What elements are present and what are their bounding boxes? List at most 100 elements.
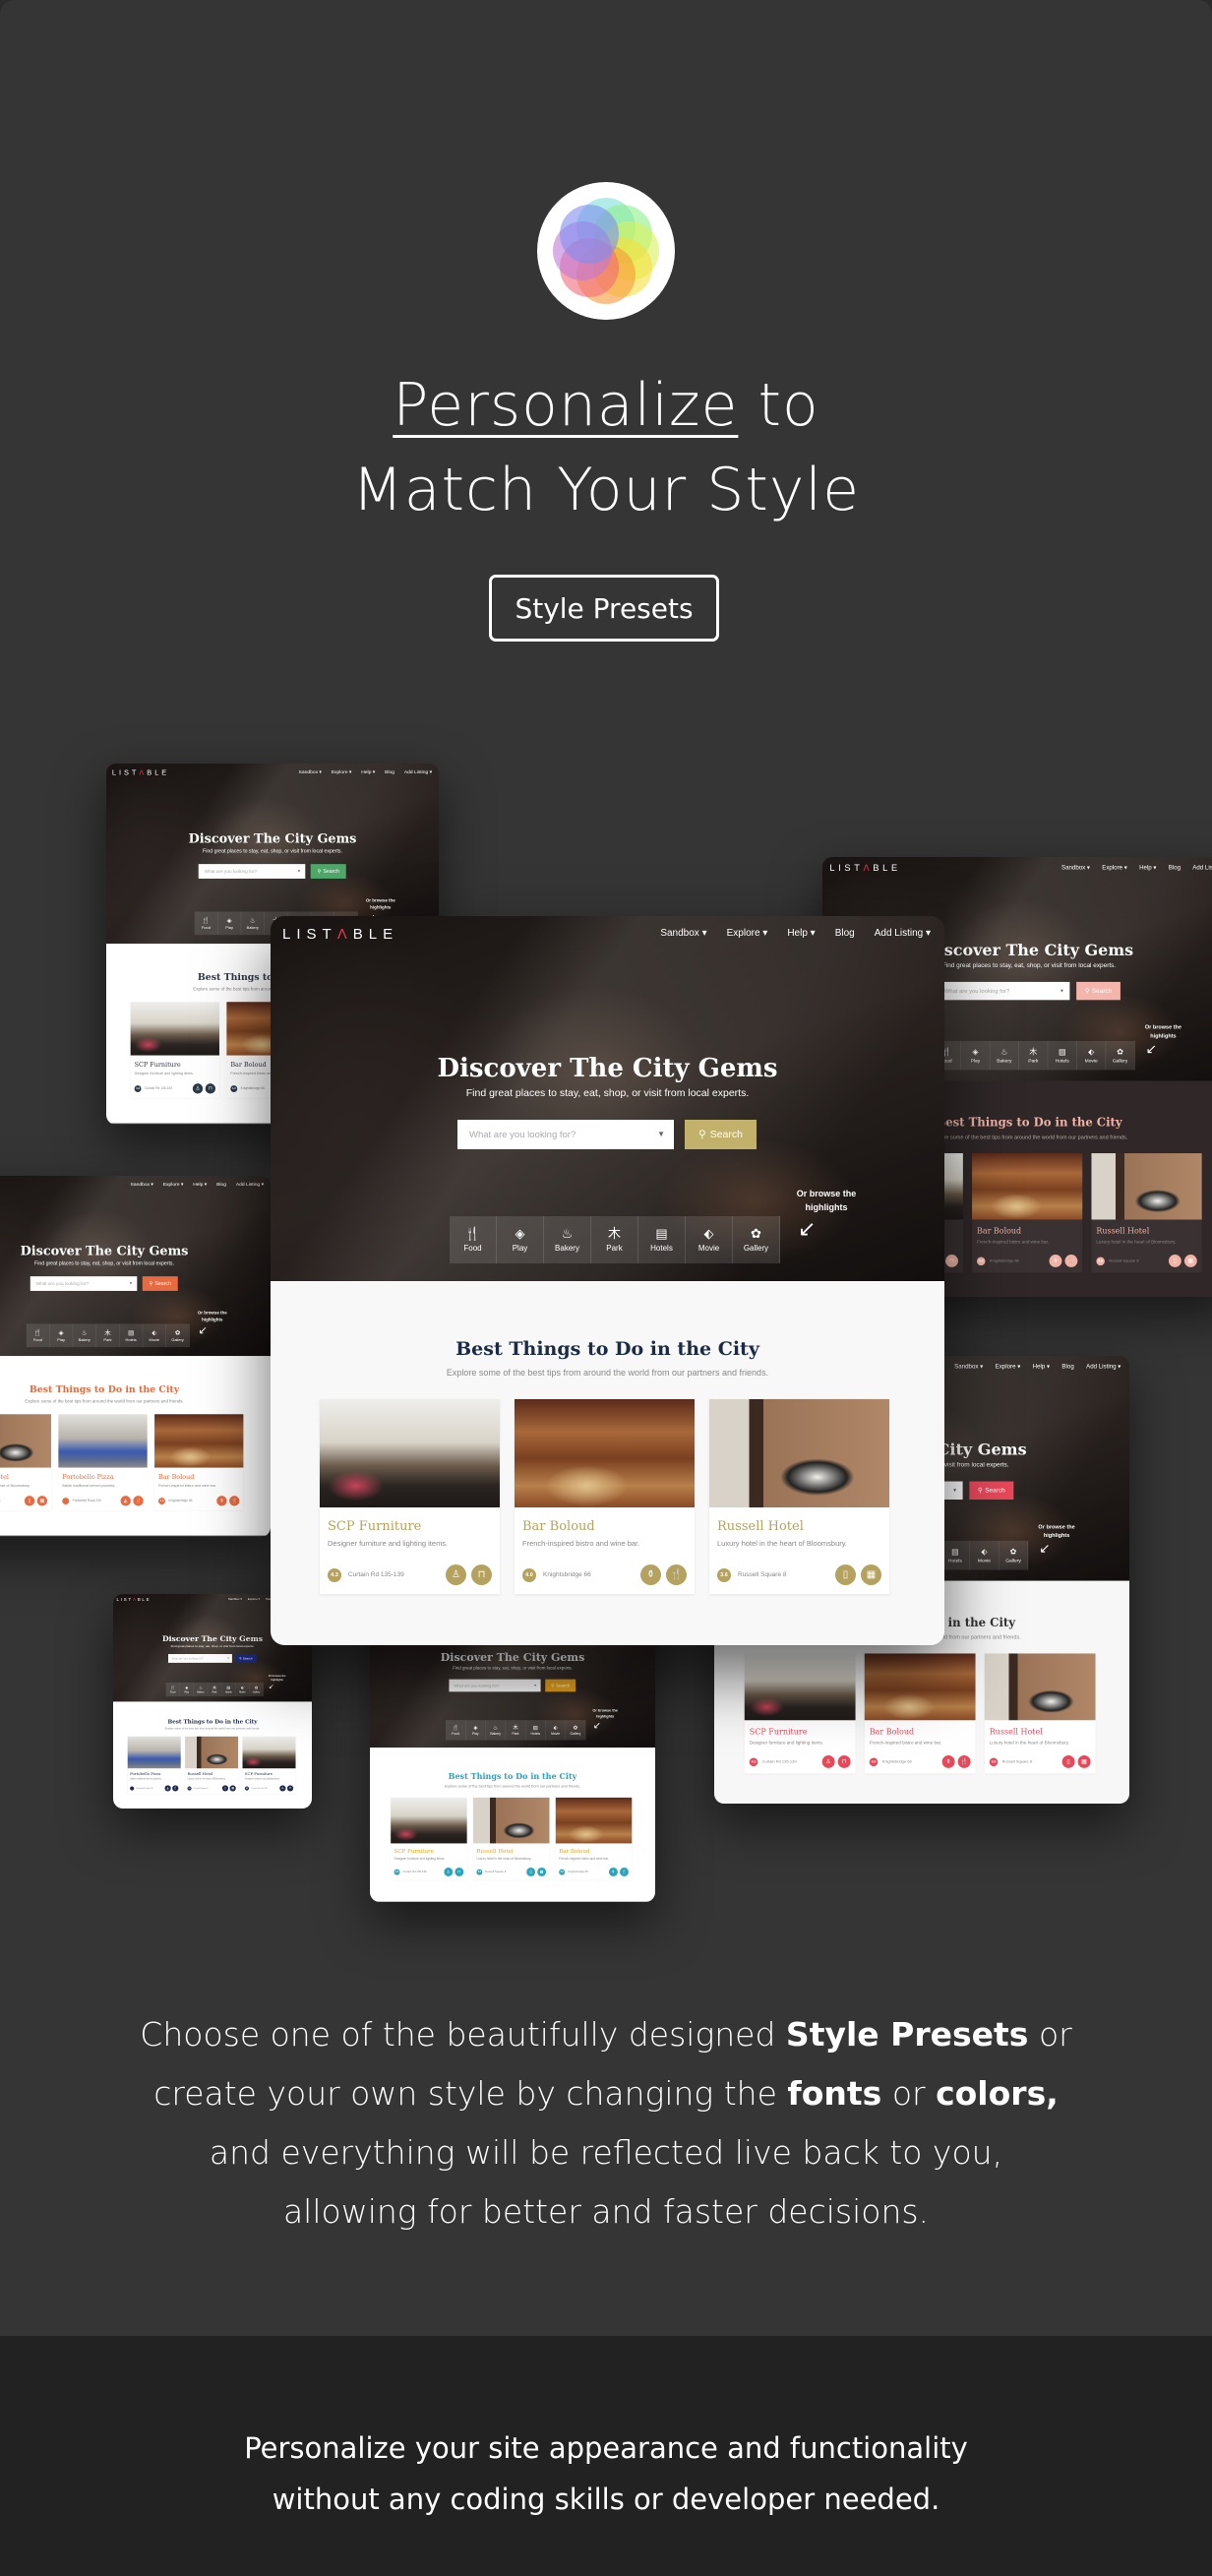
category-hotels[interactable]: ▤Hotels bbox=[940, 1540, 970, 1570]
hotel-icon[interactable]: ▦ bbox=[1183, 1255, 1197, 1267]
nav-item[interactable]: Explore ▾ bbox=[163, 1182, 184, 1187]
fork-spoon-icon[interactable]: 🍴 bbox=[666, 1564, 687, 1585]
nav-item[interactable]: Explore ▾ bbox=[248, 1598, 260, 1601]
search-input[interactable]: What are you looking for?▼ bbox=[937, 981, 1070, 1001]
listing-card[interactable]: Bar Boloud French-inspired bistro and win… bbox=[555, 1797, 633, 1880]
category-movie[interactable]: ⬖Movie bbox=[1077, 1041, 1107, 1071]
nav-item[interactable]: Sandbox ▾ bbox=[1061, 864, 1090, 871]
nav-item[interactable]: Add Listing ▾ bbox=[404, 769, 432, 774]
listing-title[interactable]: Russell Hotel bbox=[187, 1772, 212, 1776]
nav-item[interactable]: Sandbox ▾ bbox=[228, 1598, 242, 1601]
preset-preview-orange[interactable]: LISTΛBLE Sandbox ▾ Explore ▾ Help ▾ Blog Add … bbox=[0, 1176, 271, 1537]
listing-title[interactable]: Portobello Pizza bbox=[62, 1473, 113, 1480]
fork-spoon-icon[interactable]: 🍴 bbox=[229, 1496, 240, 1506]
chair-icon[interactable]: ♙ bbox=[446, 1564, 466, 1585]
category-bakery[interactable]: ♨Bakery bbox=[544, 1216, 591, 1263]
nav-item[interactable]: Add Listing ▾ bbox=[236, 1182, 264, 1187]
nav-item[interactable]: Explore ▾ bbox=[996, 1363, 1021, 1370]
chair-icon[interactable]: ♙ bbox=[192, 1083, 204, 1094]
category-hotels[interactable]: ▤Hotels bbox=[1048, 1041, 1077, 1071]
chair-icon[interactable]: ♙ bbox=[444, 1867, 454, 1876]
nav-item[interactable]: Help ▾ bbox=[361, 769, 375, 774]
listing-card[interactable]: Portobello Pizza Italian traditional serv… bbox=[127, 1736, 181, 1795]
listing-card[interactable]: Portobello Pizza Italian traditional serv… bbox=[58, 1414, 148, 1510]
wine-bottle-icon[interactable]: ⚱ bbox=[640, 1564, 661, 1585]
door-icon[interactable]: ▯ bbox=[1061, 1754, 1075, 1768]
listing-card[interactable]: SCP FurnitureDesigner furniture and ligh… bbox=[130, 1002, 219, 1098]
category-park[interactable]: ⽊Park bbox=[96, 1323, 120, 1348]
listing-card[interactable]: Russell HotelLuxury hotel in the heart o… bbox=[185, 1736, 239, 1795]
fork-spoon-icon[interactable]: 🍴 bbox=[172, 1785, 179, 1792]
nav-item[interactable]: Blog bbox=[1061, 1363, 1073, 1370]
category-gallery[interactable]: ✿Gallery bbox=[166, 1323, 190, 1348]
category-park[interactable]: ⽊Park bbox=[506, 1720, 526, 1741]
nav-item[interactable]: Add Listing ▾ bbox=[875, 928, 931, 939]
category-movie[interactable]: ⬖Movie bbox=[143, 1323, 166, 1348]
listing-card[interactable]: SCP FurnitureDesigner furniture and ligh… bbox=[242, 1736, 296, 1795]
category-hotels[interactable]: ▤Hotels bbox=[638, 1216, 686, 1263]
nav-item[interactable]: Explore ▾ bbox=[1102, 864, 1127, 871]
category-play[interactable]: ◈Play bbox=[49, 1323, 74, 1348]
listing-title[interactable]: Portobello Pizza bbox=[130, 1772, 160, 1776]
search-button[interactable]: ⚲ Search bbox=[310, 864, 346, 879]
listing-card[interactable]: Bar Boloud French-inspired bistro and win… bbox=[972, 1153, 1083, 1273]
listing-title[interactable]: Bar Boloud bbox=[158, 1473, 194, 1480]
nav-item[interactable]: Help ▾ bbox=[787, 928, 815, 939]
listing-title[interactable]: SCP Furniture bbox=[245, 1772, 273, 1776]
category-movie[interactable]: ⬖Movie bbox=[970, 1540, 1000, 1570]
category-play[interactable]: ◈Play bbox=[961, 1041, 991, 1071]
nav-item[interactable]: Sandbox ▾ bbox=[660, 928, 706, 939]
category-movie[interactable]: ⬖Movie bbox=[235, 1682, 250, 1697]
category-park[interactable]: ⽊Park bbox=[591, 1216, 638, 1263]
nav-item[interactable]: Blog bbox=[385, 769, 394, 774]
listing-title[interactable]: Bar Boloud bbox=[870, 1728, 914, 1737]
chair-icon[interactable]: ♙ bbox=[821, 1754, 835, 1768]
category-hotels[interactable]: ▤Hotels bbox=[221, 1682, 236, 1697]
nav-item[interactable]: Explore ▾ bbox=[332, 769, 352, 774]
door-icon[interactable]: ▯ bbox=[1168, 1255, 1182, 1267]
listing-card[interactable]: Russell HotelLuxury hotel in the heart o… bbox=[0, 1414, 51, 1510]
hotel-icon[interactable]: ▦ bbox=[537, 1867, 547, 1876]
hotel-icon[interactable]: ▦ bbox=[861, 1564, 881, 1585]
search-button[interactable]: ⚲ Search bbox=[235, 1654, 257, 1663]
listing-title[interactable]: Russell Hotel bbox=[1096, 1227, 1149, 1236]
category-bakery[interactable]: ♨Bakery bbox=[194, 1682, 209, 1697]
search-input[interactable]: What are you looking for?▼ bbox=[168, 1654, 232, 1663]
listing-title[interactable]: Bar Boloud bbox=[230, 1061, 266, 1068]
listing-title[interactable]: SCP Furniture bbox=[135, 1061, 181, 1068]
fork-spoon-icon[interactable]: 🍴 bbox=[1064, 1255, 1078, 1267]
listing-title[interactable]: Russell Hotel bbox=[476, 1849, 513, 1855]
listing-title[interactable]: SCP Furniture bbox=[394, 1849, 434, 1855]
search-input[interactable]: What are you looking for?▼ bbox=[449, 1679, 541, 1692]
category-food[interactable]: 🍴Food bbox=[27, 1323, 50, 1348]
category-food[interactable]: 🍴Food bbox=[195, 911, 218, 936]
category-gallery[interactable]: ✿Gallery bbox=[733, 1216, 780, 1263]
category-food[interactable]: 🍴Food bbox=[446, 1720, 466, 1741]
category-gallery[interactable]: ✿Gallery bbox=[1106, 1041, 1135, 1071]
door-icon[interactable]: ▯ bbox=[221, 1785, 229, 1792]
listing-card[interactable]: Russell HotelLuxury hotel in the heart o… bbox=[472, 1797, 550, 1880]
pizza-icon[interactable]: ◭ bbox=[120, 1496, 131, 1506]
nav-item[interactable]: Help ▾ bbox=[1139, 864, 1156, 871]
search-input[interactable]: What are you looking for?▼ bbox=[198, 864, 306, 879]
shopping-bag-icon[interactable]: ⊓ bbox=[837, 1754, 851, 1768]
category-play[interactable]: ◈Play bbox=[465, 1720, 486, 1741]
category-play[interactable]: ◈Play bbox=[217, 911, 242, 936]
listing-card[interactable]: Russell HotelLuxury hotel in the heart o… bbox=[709, 1399, 889, 1594]
category-bakery[interactable]: ♨Bakery bbox=[990, 1041, 1019, 1071]
listing-title[interactable]: Russell Hotel bbox=[0, 1473, 9, 1480]
nav-item[interactable]: Blog bbox=[216, 1182, 226, 1187]
category-gallery[interactable]: ✿Gallery bbox=[1000, 1540, 1029, 1570]
listing-card[interactable]: Russell HotelLuxury hotel in the heart o… bbox=[1091, 1153, 1202, 1273]
nav-item[interactable]: Help ▾ bbox=[1033, 1363, 1050, 1370]
door-icon[interactable]: ▯ bbox=[835, 1564, 856, 1585]
nav-item[interactable]: Help ▾ bbox=[193, 1182, 207, 1187]
category-park[interactable]: ⽊Park bbox=[1019, 1041, 1049, 1071]
search-button[interactable]: ⚲ Search bbox=[545, 1679, 576, 1692]
listing-card[interactable]: Russell HotelLuxury hotel in the heart o… bbox=[984, 1653, 1096, 1774]
nav-item[interactable]: Add Listing ▾ bbox=[1192, 864, 1212, 871]
search-button[interactable]: ⚲ Search bbox=[685, 1120, 757, 1149]
fork-spoon-icon[interactable]: 🍴 bbox=[133, 1496, 144, 1506]
search-button[interactable]: ⚲ Search bbox=[1076, 981, 1121, 1001]
listing-title[interactable]: Bar Boloud bbox=[522, 1519, 595, 1534]
